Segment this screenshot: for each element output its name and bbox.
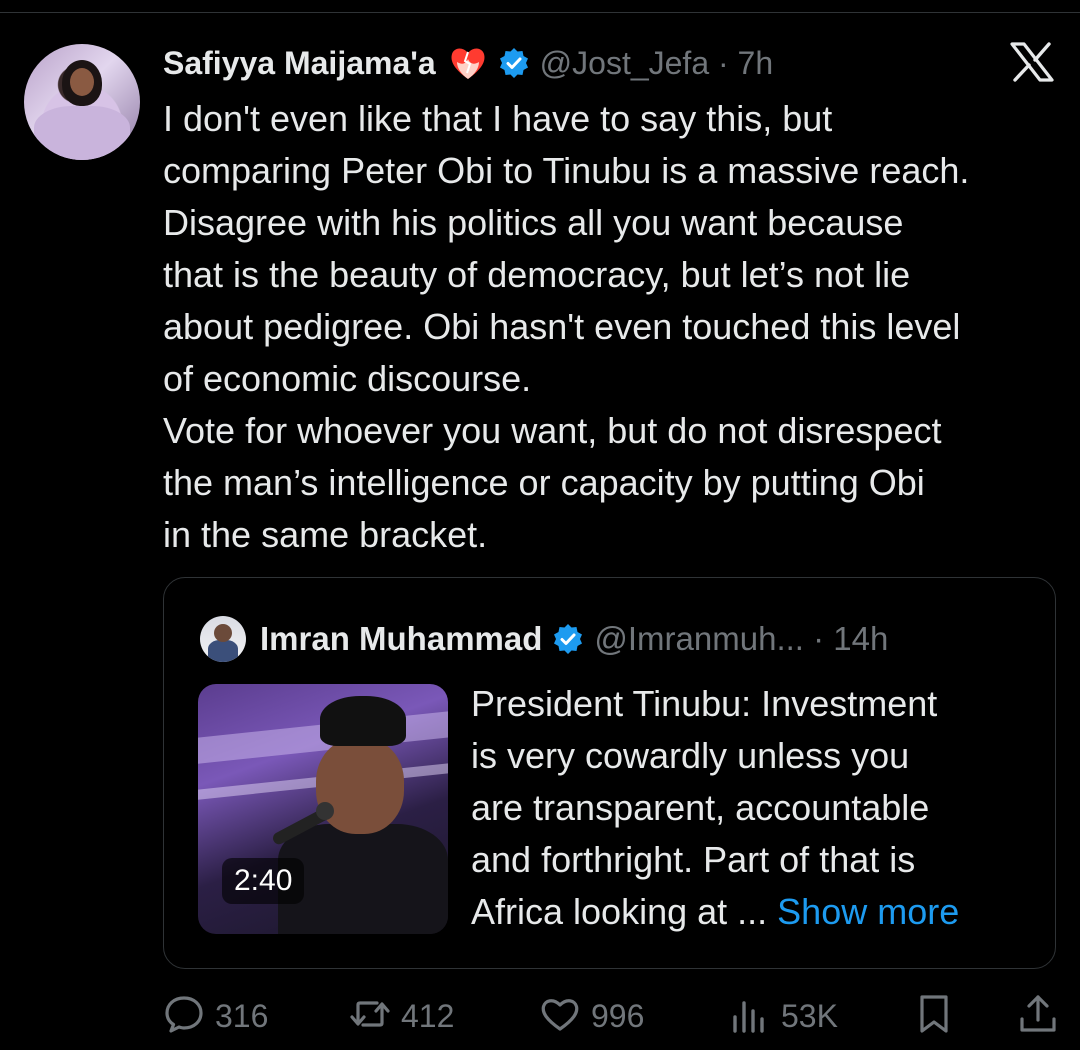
quoted-tweet-body: President Tinubu: Investment is very cow…	[471, 678, 1031, 938]
mending-heart-emoji-icon	[448, 43, 488, 83]
reply-button[interactable]: 316	[163, 993, 268, 1039]
reply-count: 316	[215, 997, 269, 1034]
show-more-link[interactable]: Show more	[777, 891, 959, 932]
quoted-text-line: and forthright. Part of that is	[471, 839, 916, 880]
verified-badge-icon[interactable]	[552, 623, 584, 655]
author-handle-time[interactable]: @Jost_Jefa · 7h	[540, 45, 773, 82]
tweet-body: I don't even like that I have to say thi…	[163, 98, 970, 555]
share-icon	[1017, 993, 1059, 1040]
quoted-text-line: is very cowardly unless you	[471, 735, 910, 776]
repost-button[interactable]: 412	[349, 993, 454, 1039]
repost-icon	[349, 993, 391, 1040]
quoted-text-line: are transparent, accountable	[471, 787, 930, 828]
quoted-text-line-last: Africa looking at ... Show more	[471, 886, 1031, 938]
author-name[interactable]: Safiyya Maijama'a	[163, 45, 436, 82]
quoted-text-line: President Tinubu: Investment	[471, 683, 938, 724]
like-count: 996	[591, 997, 645, 1034]
quoted-tweet-card[interactable]: Imran Muhammad @Imranmuh... · 14h 2:40 P…	[163, 577, 1056, 969]
video-thumbnail[interactable]: 2:40	[198, 684, 448, 934]
author-avatar[interactable]	[24, 44, 140, 160]
repost-count: 412	[401, 997, 455, 1034]
quoted-author-name[interactable]: Imran Muhammad	[260, 620, 542, 658]
share-button[interactable]	[1017, 993, 1059, 1039]
views-button[interactable]: 53K	[729, 993, 838, 1039]
top-divider	[0, 12, 1080, 13]
video-duration-badge: 2:40	[222, 858, 305, 904]
quoted-text-truncated: Africa looking at ...	[471, 891, 768, 932]
views-count: 53K	[781, 997, 838, 1034]
x-logo-icon[interactable]	[1010, 42, 1054, 82]
reply-icon	[163, 993, 205, 1040]
bookmark-icon	[913, 993, 955, 1040]
views-icon	[729, 993, 771, 1040]
verified-badge-icon[interactable]	[498, 47, 530, 79]
quoted-tweet-header: Imran Muhammad @Imranmuh... · 14h	[200, 616, 888, 662]
quoted-author-handle-time[interactable]: @Imranmuh... · 14h	[594, 620, 888, 658]
tweet-actions-bar: 316 412 996 53K	[163, 993, 1060, 1039]
bookmark-button[interactable]	[913, 993, 955, 1039]
heart-icon	[539, 993, 581, 1040]
tweet-header: Safiyya Maijama'a @Jost_Jefa · 7h	[163, 40, 773, 86]
like-button[interactable]: 996	[539, 993, 644, 1039]
quoted-author-avatar[interactable]	[200, 616, 246, 662]
